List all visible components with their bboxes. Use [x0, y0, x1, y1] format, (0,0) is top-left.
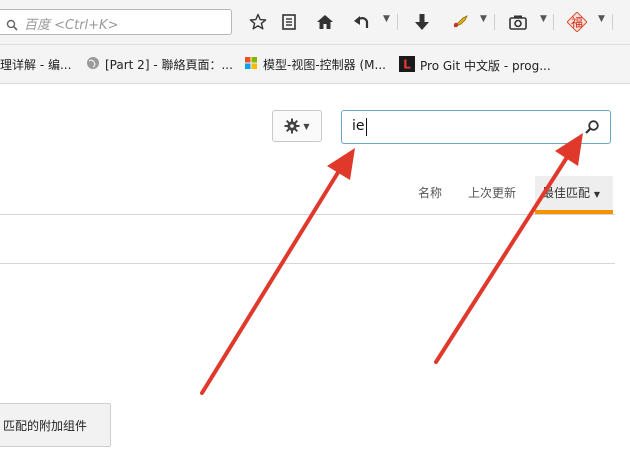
divider [0, 214, 615, 215]
toolbar-separator [494, 14, 495, 30]
more-matching-addons-button[interactable]: 匹配的附加组件 [0, 403, 111, 447]
addons-manager-content: ▼ ie 名称 上次更新 最佳匹配 ▼ 匹配的附加组件 [0, 84, 630, 449]
bookmark-star-button[interactable] [246, 10, 270, 34]
extension-button[interactable] [448, 10, 472, 34]
fu-button[interactable]: 福 [564, 10, 590, 34]
extension-icon [453, 15, 468, 28]
fu-dropdown-icon[interactable]: ▼ [598, 14, 605, 24]
toolbar-separator [553, 14, 554, 30]
back-dropdown-icon[interactable]: ▼ [383, 14, 390, 24]
addon-search-input[interactable]: ie [341, 110, 611, 144]
bookmark-item[interactable]: [Part 2] - 聯絡頁面：... [86, 56, 233, 73]
sort-by-last-updated[interactable]: 上次更新 [468, 184, 516, 201]
navigation-toolbar: 百度 <Ctrl+K> ▼ ▼ ▼ 福 ▼ [0, 0, 630, 45]
tools-gear-button[interactable]: ▼ [272, 110, 322, 142]
chevron-down-icon: ▼ [593, 190, 600, 199]
back-icon [354, 16, 369, 28]
extension-dropdown-icon[interactable]: ▼ [480, 14, 487, 24]
sort-best-match-label: 最佳匹配 ▼ [542, 186, 600, 200]
red-l-icon: L [399, 56, 415, 75]
bookmark-item[interactable]: L Pro Git 中文版 - prog... [399, 56, 551, 75]
more-results-label: 匹配的附加组件 [3, 418, 88, 433]
screenshot-icon [509, 15, 527, 30]
svg-text:福: 福 [571, 15, 583, 30]
bookmark-label: 模型-视图-控制器 (M... [263, 58, 386, 72]
fu-icon: 福 [567, 12, 587, 32]
chevron-down-icon: ▼ [303, 121, 310, 131]
bookmark-label: [Part 2] - 聯絡頁面：... [105, 58, 233, 72]
globe-icon [86, 56, 100, 73]
screenshot-button[interactable] [506, 10, 530, 34]
bookmark-item[interactable]: 模型-视图-控制器 (M... [244, 56, 386, 73]
windows-icon [244, 56, 258, 73]
browser-window: 百度 <Ctrl+K> ▼ ▼ ▼ 福 ▼ 理详解 - 编... [Part 2… [0, 0, 630, 449]
bookmark-label: Pro Git 中文版 - prog... [420, 59, 551, 73]
search-engine-icon [6, 16, 18, 31]
divider [0, 263, 615, 264]
download-button[interactable] [410, 10, 434, 34]
bookmark-label: 理详解 - 编... [0, 58, 72, 72]
screenshot-dropdown-icon[interactable]: ▼ [540, 14, 547, 24]
toolbar-separator [612, 14, 613, 30]
bookmarks-bar: 理详解 - 编... [Part 2] - 聯絡頁面：... 模型-视图-控制器… [0, 45, 630, 84]
gear-icon [284, 118, 300, 134]
addon-search-value: ie [352, 118, 365, 134]
svg-text:L: L [403, 58, 411, 72]
back-history-button[interactable] [350, 10, 374, 34]
bookmark-item[interactable]: 理详解 - 编... [0, 56, 71, 73]
reading-list-button[interactable] [278, 10, 300, 34]
search-icon[interactable] [584, 119, 600, 139]
home-button[interactable] [312, 10, 338, 34]
home-icon [317, 15, 333, 29]
download-icon [415, 14, 429, 30]
toolbar-separator [397, 14, 398, 30]
text-cursor [366, 118, 367, 136]
search-engine-box[interactable]: 百度 <Ctrl+K> [0, 9, 232, 35]
star-icon [249, 13, 267, 30]
reading-list-icon [282, 14, 296, 30]
search-engine-placeholder: 百度 <Ctrl+K> [24, 18, 119, 33]
sort-by-name[interactable]: 名称 [418, 184, 442, 201]
